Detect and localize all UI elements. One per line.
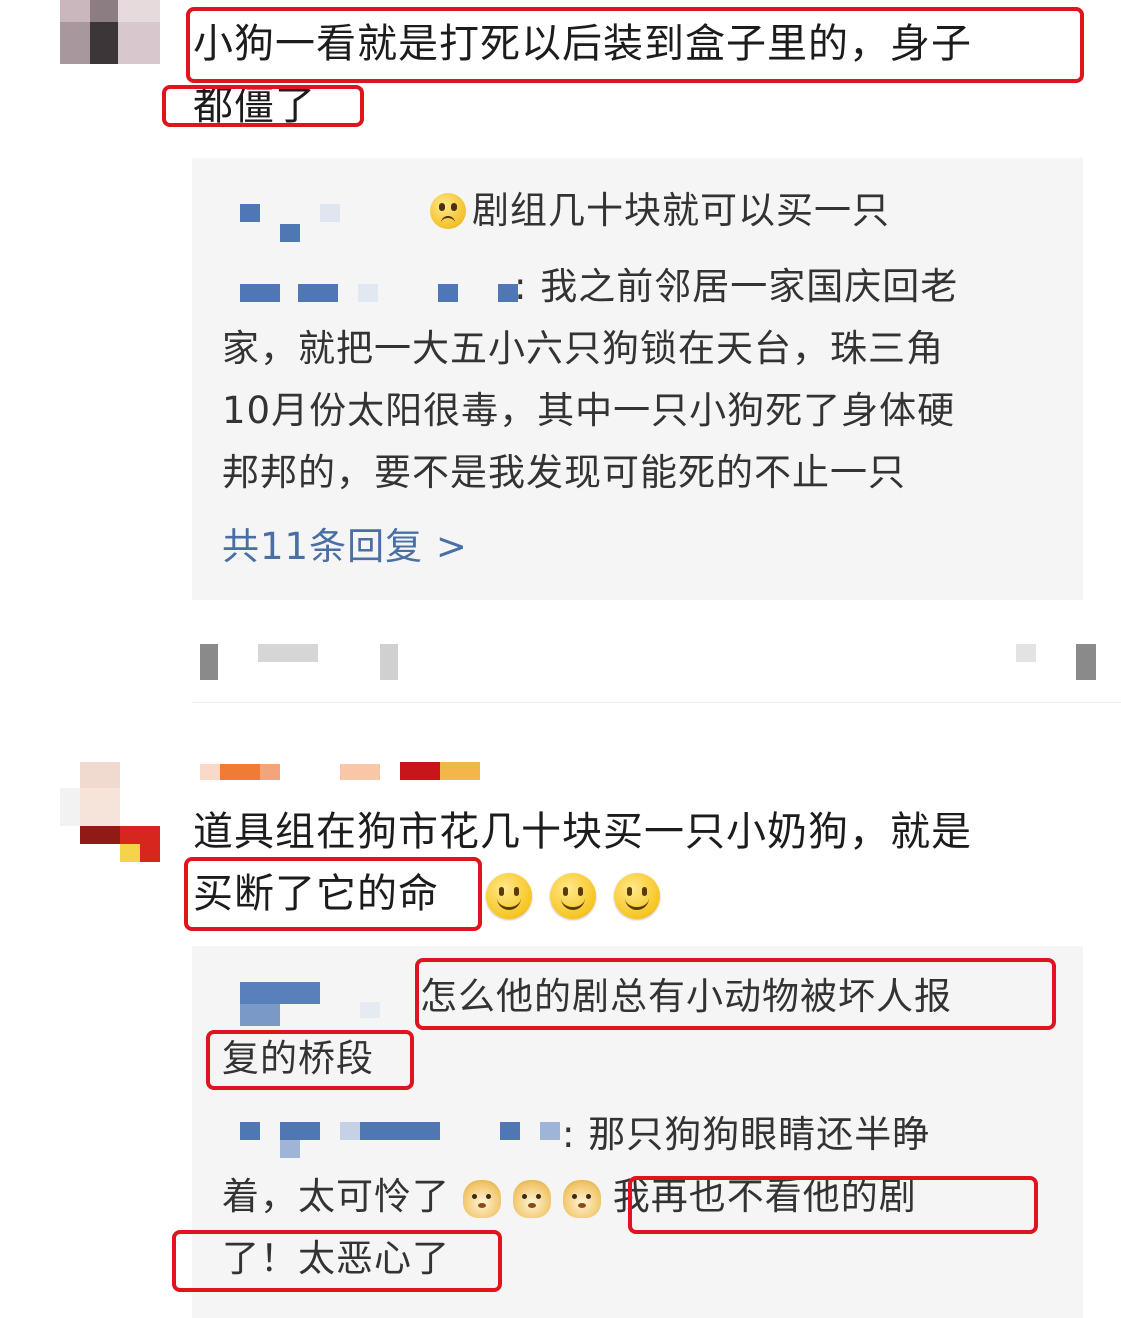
highlight-box-7 [172, 1230, 502, 1292]
reply-2-line2: 家，就把一大五小六只狗锁在天台，珠三角 [222, 327, 944, 370]
reply-box-1[interactable]: 剧组几十块就可以买一只 : 我之前邻居一家国庆回老 家，就把一大五小六只狗锁在天… [192, 158, 1083, 600]
smile-emoji-icon [486, 873, 533, 919]
dog-emoji-icon [512, 1179, 551, 1218]
like-icon[interactable] [1076, 644, 1096, 680]
more-replies-link[interactable]: 共11条回复 > [222, 516, 468, 578]
highlight-box-4 [415, 958, 1056, 1030]
reply-2-line4: 邦邦的，要不是我发现可能死的不止一只 [222, 451, 906, 494]
action-bar[interactable] [192, 640, 1097, 684]
smile-emoji-icon [614, 873, 661, 919]
highlight-box-1 [186, 7, 1084, 83]
avatar-2[interactable] [60, 738, 160, 862]
highlight-box-2 [162, 85, 364, 127]
comment-icon[interactable] [380, 644, 398, 680]
dog-emoji-icon [562, 1179, 601, 1218]
sad-face-emoji-icon [430, 193, 466, 229]
smile-emoji-icon [550, 873, 597, 919]
reply-4-line1: : 那只狗狗眼睛还半睁 [562, 1113, 931, 1156]
comment-2-text-line1: 道具组在狗市花几十块买一只小奶狗，就是 [193, 809, 972, 855]
reply-2-line1: : 我之前邻居一家国庆回老 [514, 265, 959, 308]
repost-icon[interactable] [200, 644, 218, 680]
divider [192, 702, 1121, 703]
avatar-1[interactable] [60, 0, 160, 64]
highlight-box-6 [628, 1176, 1038, 1234]
reply-1-text: 剧组几十块就可以买一只 [430, 180, 890, 242]
dog-emoji-icon [462, 1179, 501, 1218]
highlight-box-5 [206, 1030, 414, 1090]
highlight-box-3 [184, 857, 482, 931]
reply-2-line3: 10月份太阳很毒，其中一只小狗死了身体硬 [222, 389, 956, 432]
